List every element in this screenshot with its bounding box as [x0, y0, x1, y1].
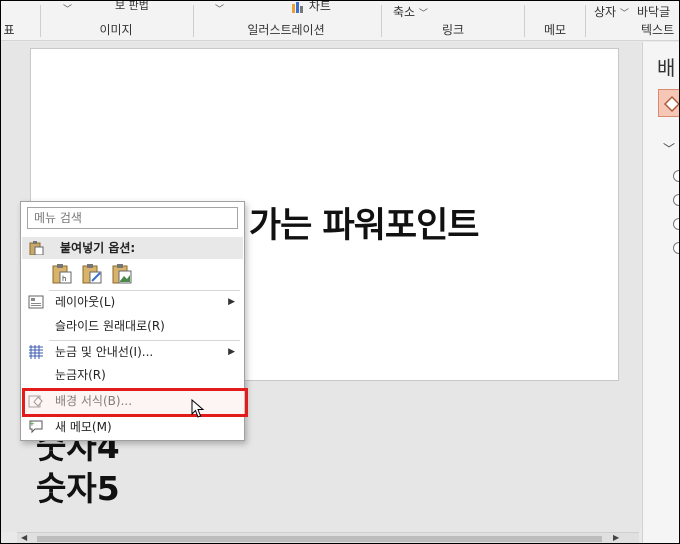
- horizontal-scrollbar[interactable]: ◀ ▶: [17, 532, 639, 543]
- svg-text:h: h: [62, 275, 66, 283]
- paste-picture-icon[interactable]: [111, 263, 133, 285]
- ribbon-separator: [193, 5, 194, 37]
- menu-item-layout[interactable]: 레이아웃(L) ▶: [22, 291, 243, 313]
- ribbon-top-dropdown-2[interactable]: ﹀: [215, 1, 224, 15]
- ribbon-group-links: 링크: [441, 23, 465, 37]
- ribbon-top-dropdown[interactable]: ﹀: [63, 1, 72, 15]
- clipboard-icon: [29, 241, 44, 255]
- fill-option-radio[interactable]: [673, 242, 679, 254]
- menu-item-ruler[interactable]: 눈금자(R): [22, 364, 243, 386]
- ribbon-textbox-button[interactable]: 상자 ﹀: [594, 3, 629, 20]
- paste-keep-source-formatting-icon[interactable]: [81, 263, 103, 285]
- paste-options-label: 붙여넣기 옵션:: [60, 241, 136, 255]
- ribbon: ﹀ 보 판법 ﹀ 차트 축소 ﹀ 상자 ﹀ 바닥글 표 이미지 일러스트레이션 …: [1, 0, 679, 41]
- grid-icon: [29, 345, 43, 359]
- chevron-down-icon: ﹀: [63, 5, 73, 15]
- pane-title: 배: [657, 56, 676, 80]
- paste-use-destination-theme-icon[interactable]: h: [51, 263, 73, 285]
- fill-icon[interactable]: [658, 89, 679, 117]
- menu-item-reset-slide[interactable]: 슬라이드 원래대로(R): [22, 315, 243, 337]
- ribbon-separator: [524, 5, 525, 37]
- menu-search-input[interactable]: [27, 207, 238, 229]
- ribbon-chart-label: 차트: [308, 0, 331, 13]
- ribbon-separator: [381, 5, 382, 37]
- ribbon-zoom-label: 축소: [393, 5, 416, 19]
- ribbon-separator: [585, 5, 586, 37]
- paste-options-header: 붙여넣기 옵션:: [22, 237, 243, 259]
- scroll-left-icon[interactable]: ◀: [21, 533, 27, 542]
- highlight-box: [22, 388, 248, 417]
- screenshot-frame: ﹀ 보 판법 ﹀ 차트 축소 ﹀ 상자 ﹀ 바닥글 표 이미지 일러스트레이션 …: [0, 0, 680, 544]
- ribbon-chart-button[interactable]: 차트: [291, 0, 331, 14]
- menu-item-label: 눈금자(R): [55, 368, 106, 382]
- chevron-down-icon: ﹀: [215, 5, 225, 15]
- menu-item-label: 눈금 및 안내선(I)...: [55, 345, 154, 359]
- ribbon-textbox-label: 상자: [594, 5, 617, 19]
- submenu-arrow-icon: ▶: [228, 347, 235, 357]
- format-background-pane: 배 ﹀: [642, 42, 679, 543]
- ribbon-top-partial[interactable]: 보 판법: [115, 1, 149, 13]
- chevron-down-icon[interactable]: ﹀: [663, 140, 675, 157]
- menu-item-new-comment[interactable]: + 새 메모(M): [22, 416, 243, 438]
- menu-item-label: 슬라이드 원래대로(R): [55, 319, 165, 333]
- menu-item-label: 레이아웃(L): [55, 295, 116, 309]
- chevron-down-icon: ﹀: [619, 9, 629, 19]
- ribbon-group-text: 텍스트: [641, 23, 675, 37]
- ribbon-separator: [40, 5, 41, 37]
- fill-option-radio[interactable]: [673, 194, 679, 206]
- svg-text:+: +: [29, 420, 35, 428]
- scrollbar-thumb[interactable]: [37, 536, 602, 542]
- paint-bucket-icon: [663, 95, 679, 113]
- ribbon-group-table: 표: [3, 23, 15, 37]
- comment-icon: +: [29, 420, 43, 434]
- fill-option-radio[interactable]: [673, 218, 679, 230]
- ribbon-group-comments: 메모: [543, 23, 567, 37]
- chevron-down-icon: ﹀: [418, 9, 428, 19]
- layout-icon: [28, 295, 44, 309]
- ribbon-zoom-button[interactable]: 축소 ﹀: [393, 3, 428, 20]
- menu-item-grid-guides[interactable]: 눈금 및 안내선(I)... ▶: [22, 341, 243, 363]
- submenu-arrow-icon: ▶: [228, 297, 235, 307]
- fill-option-radio[interactable]: [673, 170, 679, 182]
- ribbon-group-images: 이미지: [99, 23, 133, 37]
- scroll-right-icon[interactable]: ▶: [613, 533, 619, 542]
- chart-icon: [292, 1, 303, 13]
- mouse-cursor-icon: [191, 399, 205, 418]
- ribbon-group-illustrations: 일러스트레이션: [247, 23, 325, 37]
- slide-bullet-5[interactable]: 숫자5: [36, 462, 120, 510]
- ribbon-footer-button[interactable]: 바닥글: [637, 3, 670, 20]
- menu-item-label: 새 메모(M): [55, 420, 112, 434]
